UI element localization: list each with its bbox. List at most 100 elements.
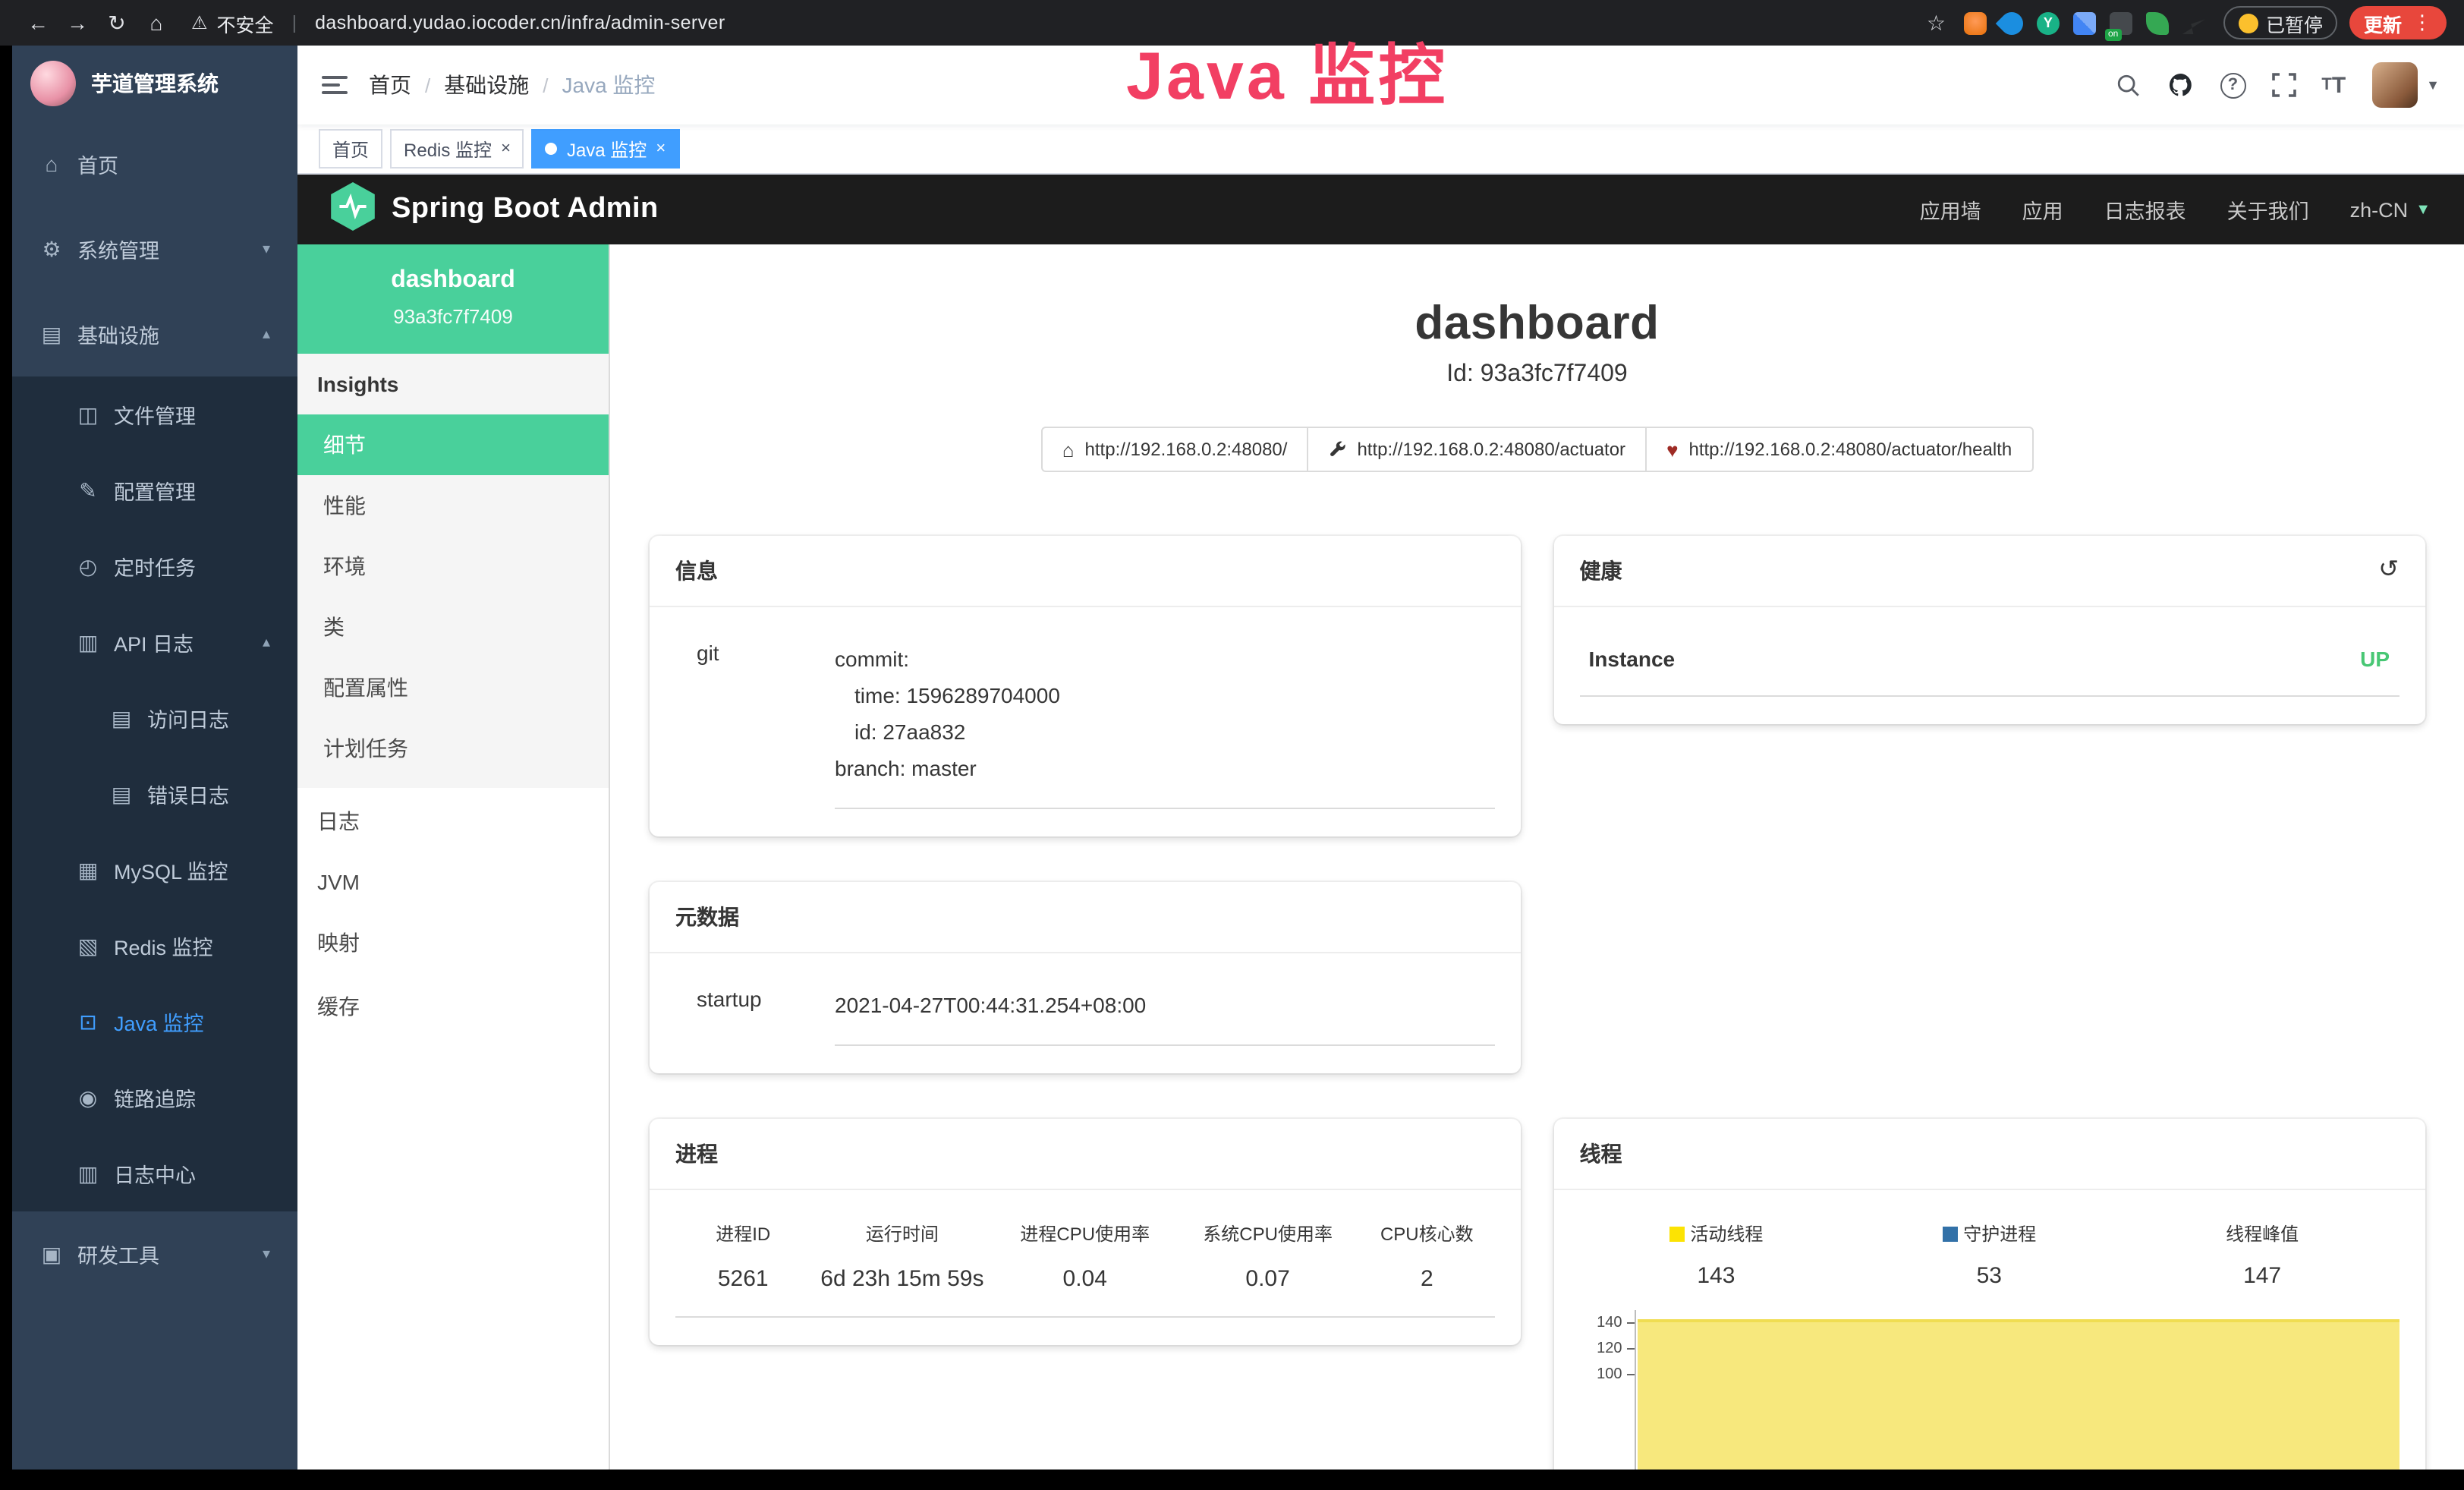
user-avatar bbox=[2371, 62, 2417, 108]
sidebar-item-tracing[interactable]: ◉ 链路追踪 bbox=[12, 1060, 297, 1136]
sba-item-scheduled-tasks[interactable]: 计划任务 bbox=[297, 718, 609, 779]
endpoint-links: ⌂ http://192.168.0.2:48080/ http://192.1… bbox=[650, 427, 2425, 472]
navbar-tools: ? TT ▼ bbox=[2115, 62, 2440, 108]
link-label: http://192.168.0.2:48080/actuator/health bbox=[1689, 439, 2012, 460]
forward-icon[interactable]: → bbox=[58, 11, 97, 35]
eye-icon: ◉ bbox=[76, 1085, 100, 1110]
spring-boot-admin: Spring Boot Admin 应用墙 应用 日志报表 关于我们 zh-CN… bbox=[297, 175, 2464, 1469]
sba-nav-journal[interactable]: 日志报表 bbox=[2104, 194, 2186, 225]
blue-drop-extension-icon[interactable] bbox=[1996, 7, 2028, 39]
cell-value: 0.04 bbox=[993, 1266, 1176, 1292]
cell-value: 2 bbox=[1359, 1266, 1494, 1292]
sidebar-item-dev-tools[interactable]: ▣ 研发工具 ▾ bbox=[12, 1211, 297, 1296]
sba-item-mappings[interactable]: 映射 bbox=[297, 912, 609, 973]
sidebar-item-system[interactable]: ⚙ 系统管理 ▾ bbox=[12, 206, 297, 291]
tag-home[interactable]: 首页 bbox=[319, 129, 382, 169]
search-icon[interactable] bbox=[2115, 72, 2141, 98]
sidebar-item-label: 配置管理 bbox=[114, 475, 196, 506]
sidebar-item-infrastructure[interactable]: ▤ 基础设施 ▴ bbox=[12, 291, 297, 376]
sba-nav-applications[interactable]: 应用 bbox=[2022, 194, 2063, 225]
hamburger-icon[interactable] bbox=[322, 76, 348, 94]
sba-item-environment[interactable]: 环境 bbox=[297, 536, 609, 597]
blue-grid-extension-icon[interactable] bbox=[2073, 11, 2096, 34]
chevron-down-icon: ▼ bbox=[2415, 201, 2431, 218]
card-title: 元数据 bbox=[675, 902, 739, 932]
legend-value: 53 bbox=[1852, 1263, 2126, 1289]
sidebar-item-home[interactable]: ⌂ 首页 bbox=[12, 121, 297, 206]
info-key: git bbox=[675, 641, 835, 809]
sidebar-item-config-management[interactable]: ✎ 配置管理 bbox=[12, 452, 297, 528]
sba-locale-select[interactable]: zh-CN ▼ bbox=[2350, 198, 2431, 221]
card-row-2: 元数据 startup 2021-04-27T00:44:31.254+08:0… bbox=[650, 882, 2425, 1073]
close-icon[interactable]: × bbox=[656, 140, 666, 158]
font-size-icon[interactable]: TT bbox=[2321, 72, 2346, 98]
github-icon[interactable] bbox=[2167, 71, 2194, 99]
dark-extension-icon[interactable] bbox=[2182, 11, 2205, 34]
app-main: 首页 / 基础设施 / Java 监控 ? bbox=[297, 46, 2464, 1469]
sba-item-caches[interactable]: 缓存 bbox=[297, 976, 609, 1037]
breadcrumb-separator: / bbox=[543, 74, 548, 96]
java-monitor-icon: ⊡ bbox=[76, 1009, 100, 1035]
sidebar-item-log-center[interactable]: ▥ 日志中心 bbox=[12, 1136, 297, 1211]
tag-java-monitor[interactable]: Java 监控 × bbox=[532, 129, 679, 169]
metadata-card: 元数据 startup 2021-04-27T00:44:31.254+08:0… bbox=[650, 882, 1521, 1073]
sba-nav-about[interactable]: 关于我们 bbox=[2227, 194, 2309, 225]
sba-nav: 应用墙 应用 日志报表 关于我们 zh-CN ▼ bbox=[1920, 194, 2431, 225]
sba-brand[interactable]: Spring Boot Admin bbox=[392, 193, 659, 226]
green-circle-extension-icon[interactable] bbox=[2037, 11, 2060, 34]
page-title: dashboard bbox=[650, 296, 2425, 351]
sidebar-item-api-logs[interactable]: ▥ API 日志 ▴ bbox=[12, 604, 297, 680]
breadcrumb-infrastructure[interactable]: 基础设施 bbox=[444, 70, 529, 100]
paused-badge[interactable]: 已暂停 bbox=[2223, 6, 2338, 39]
chart-plot-area bbox=[1635, 1310, 2399, 1469]
sidebar-item-redis-monitor[interactable]: ▧ Redis 监控 bbox=[12, 908, 297, 984]
back-icon[interactable]: ← bbox=[18, 11, 58, 35]
sidebar-item-java-monitor[interactable]: ⊡ Java 监控 bbox=[12, 984, 297, 1060]
breadcrumb-current: Java 监控 bbox=[562, 70, 656, 100]
sidebar-item-file-management[interactable]: ◫ 文件管理 bbox=[12, 376, 297, 452]
threads-card: 线程 活动线程 bbox=[1554, 1119, 2425, 1469]
info-card: 信息 git commit: time: 1596289704000 bbox=[650, 536, 1521, 836]
proxy-extension-icon[interactable]: on bbox=[2110, 11, 2132, 34]
sidebar-item-scheduled-jobs[interactable]: ◴ 定时任务 bbox=[12, 528, 297, 604]
close-icon[interactable]: × bbox=[501, 140, 511, 158]
history-icon[interactable]: ↺ bbox=[2378, 559, 2399, 583]
reload-icon[interactable]: ↻ bbox=[97, 10, 137, 36]
app-logo[interactable]: 芋道管理系统 bbox=[12, 46, 297, 121]
sidebar-item-label: 错误日志 bbox=[147, 779, 229, 809]
orange-extension-icon[interactable] bbox=[1964, 11, 1987, 34]
update-button[interactable]: 更新 ⋮ bbox=[2350, 6, 2446, 39]
health-url-link[interactable]: ♥ http://192.168.0.2:48080/actuator/heal… bbox=[1645, 427, 2033, 472]
tag-redis-monitor[interactable]: Redis 监控 × bbox=[390, 129, 524, 169]
browser-home-icon[interactable]: ⌂ bbox=[137, 11, 176, 35]
column-header: 进程ID bbox=[675, 1221, 810, 1246]
help-icon[interactable]: ? bbox=[2220, 72, 2245, 98]
user-menu[interactable]: ▼ bbox=[2371, 62, 2440, 108]
sba-item-metrics[interactable]: 性能 bbox=[297, 475, 609, 536]
fullscreen-icon[interactable] bbox=[2271, 73, 2296, 97]
sba-item-details[interactable]: 细节 bbox=[297, 414, 609, 475]
legend-label: 守护进程 bbox=[1963, 1221, 2036, 1246]
actuator-url-link[interactable]: http://192.168.0.2:48080/actuator bbox=[1307, 427, 1647, 472]
app-logo-image bbox=[30, 61, 76, 106]
sba-item-classes[interactable]: 类 bbox=[297, 597, 609, 657]
breadcrumb-home[interactable]: 首页 bbox=[369, 70, 411, 100]
process-table: 进程ID 5261 运行时间 6d 23h 15m 59s bbox=[675, 1205, 1495, 1318]
sidebar-item-access-logs[interactable]: ▤ 访问日志 bbox=[12, 680, 297, 756]
sidebar-item-label: 链路追踪 bbox=[114, 1082, 196, 1113]
document-icon: ▤ bbox=[109, 705, 134, 731]
address-bar[interactable]: ⚠ 不安全 | dashboard.yudao.iocoder.cn/infra… bbox=[191, 8, 725, 37]
git-id-line: id: 27aa832 bbox=[835, 713, 1495, 750]
bookmark-star-icon[interactable]: ☆ bbox=[1927, 10, 1946, 36]
sidebar-item-mysql-monitor[interactable]: ▦ MySQL 监控 bbox=[12, 832, 297, 908]
browser-menu-icon[interactable]: ⋮ bbox=[2412, 11, 2432, 35]
chevron-down-icon: ▾ bbox=[263, 1246, 270, 1262]
sba-nav-wallboard[interactable]: 应用墙 bbox=[1920, 194, 1981, 225]
sidebar-item-error-logs[interactable]: ▤ 错误日志 bbox=[12, 756, 297, 832]
sba-item-jvm[interactable]: JVM bbox=[297, 855, 609, 909]
leaf-extension-icon[interactable] bbox=[2146, 11, 2169, 34]
sba-item-config-props[interactable]: 配置属性 bbox=[297, 657, 609, 718]
service-url-link[interactable]: ⌂ http://192.168.0.2:48080/ bbox=[1041, 427, 1309, 472]
sba-item-logs[interactable]: 日志 bbox=[297, 791, 609, 852]
infrastructure-submenu: ◫ 文件管理 ✎ 配置管理 ◴ 定时任务 ▥ API 日志 ▴ bbox=[12, 376, 297, 1211]
